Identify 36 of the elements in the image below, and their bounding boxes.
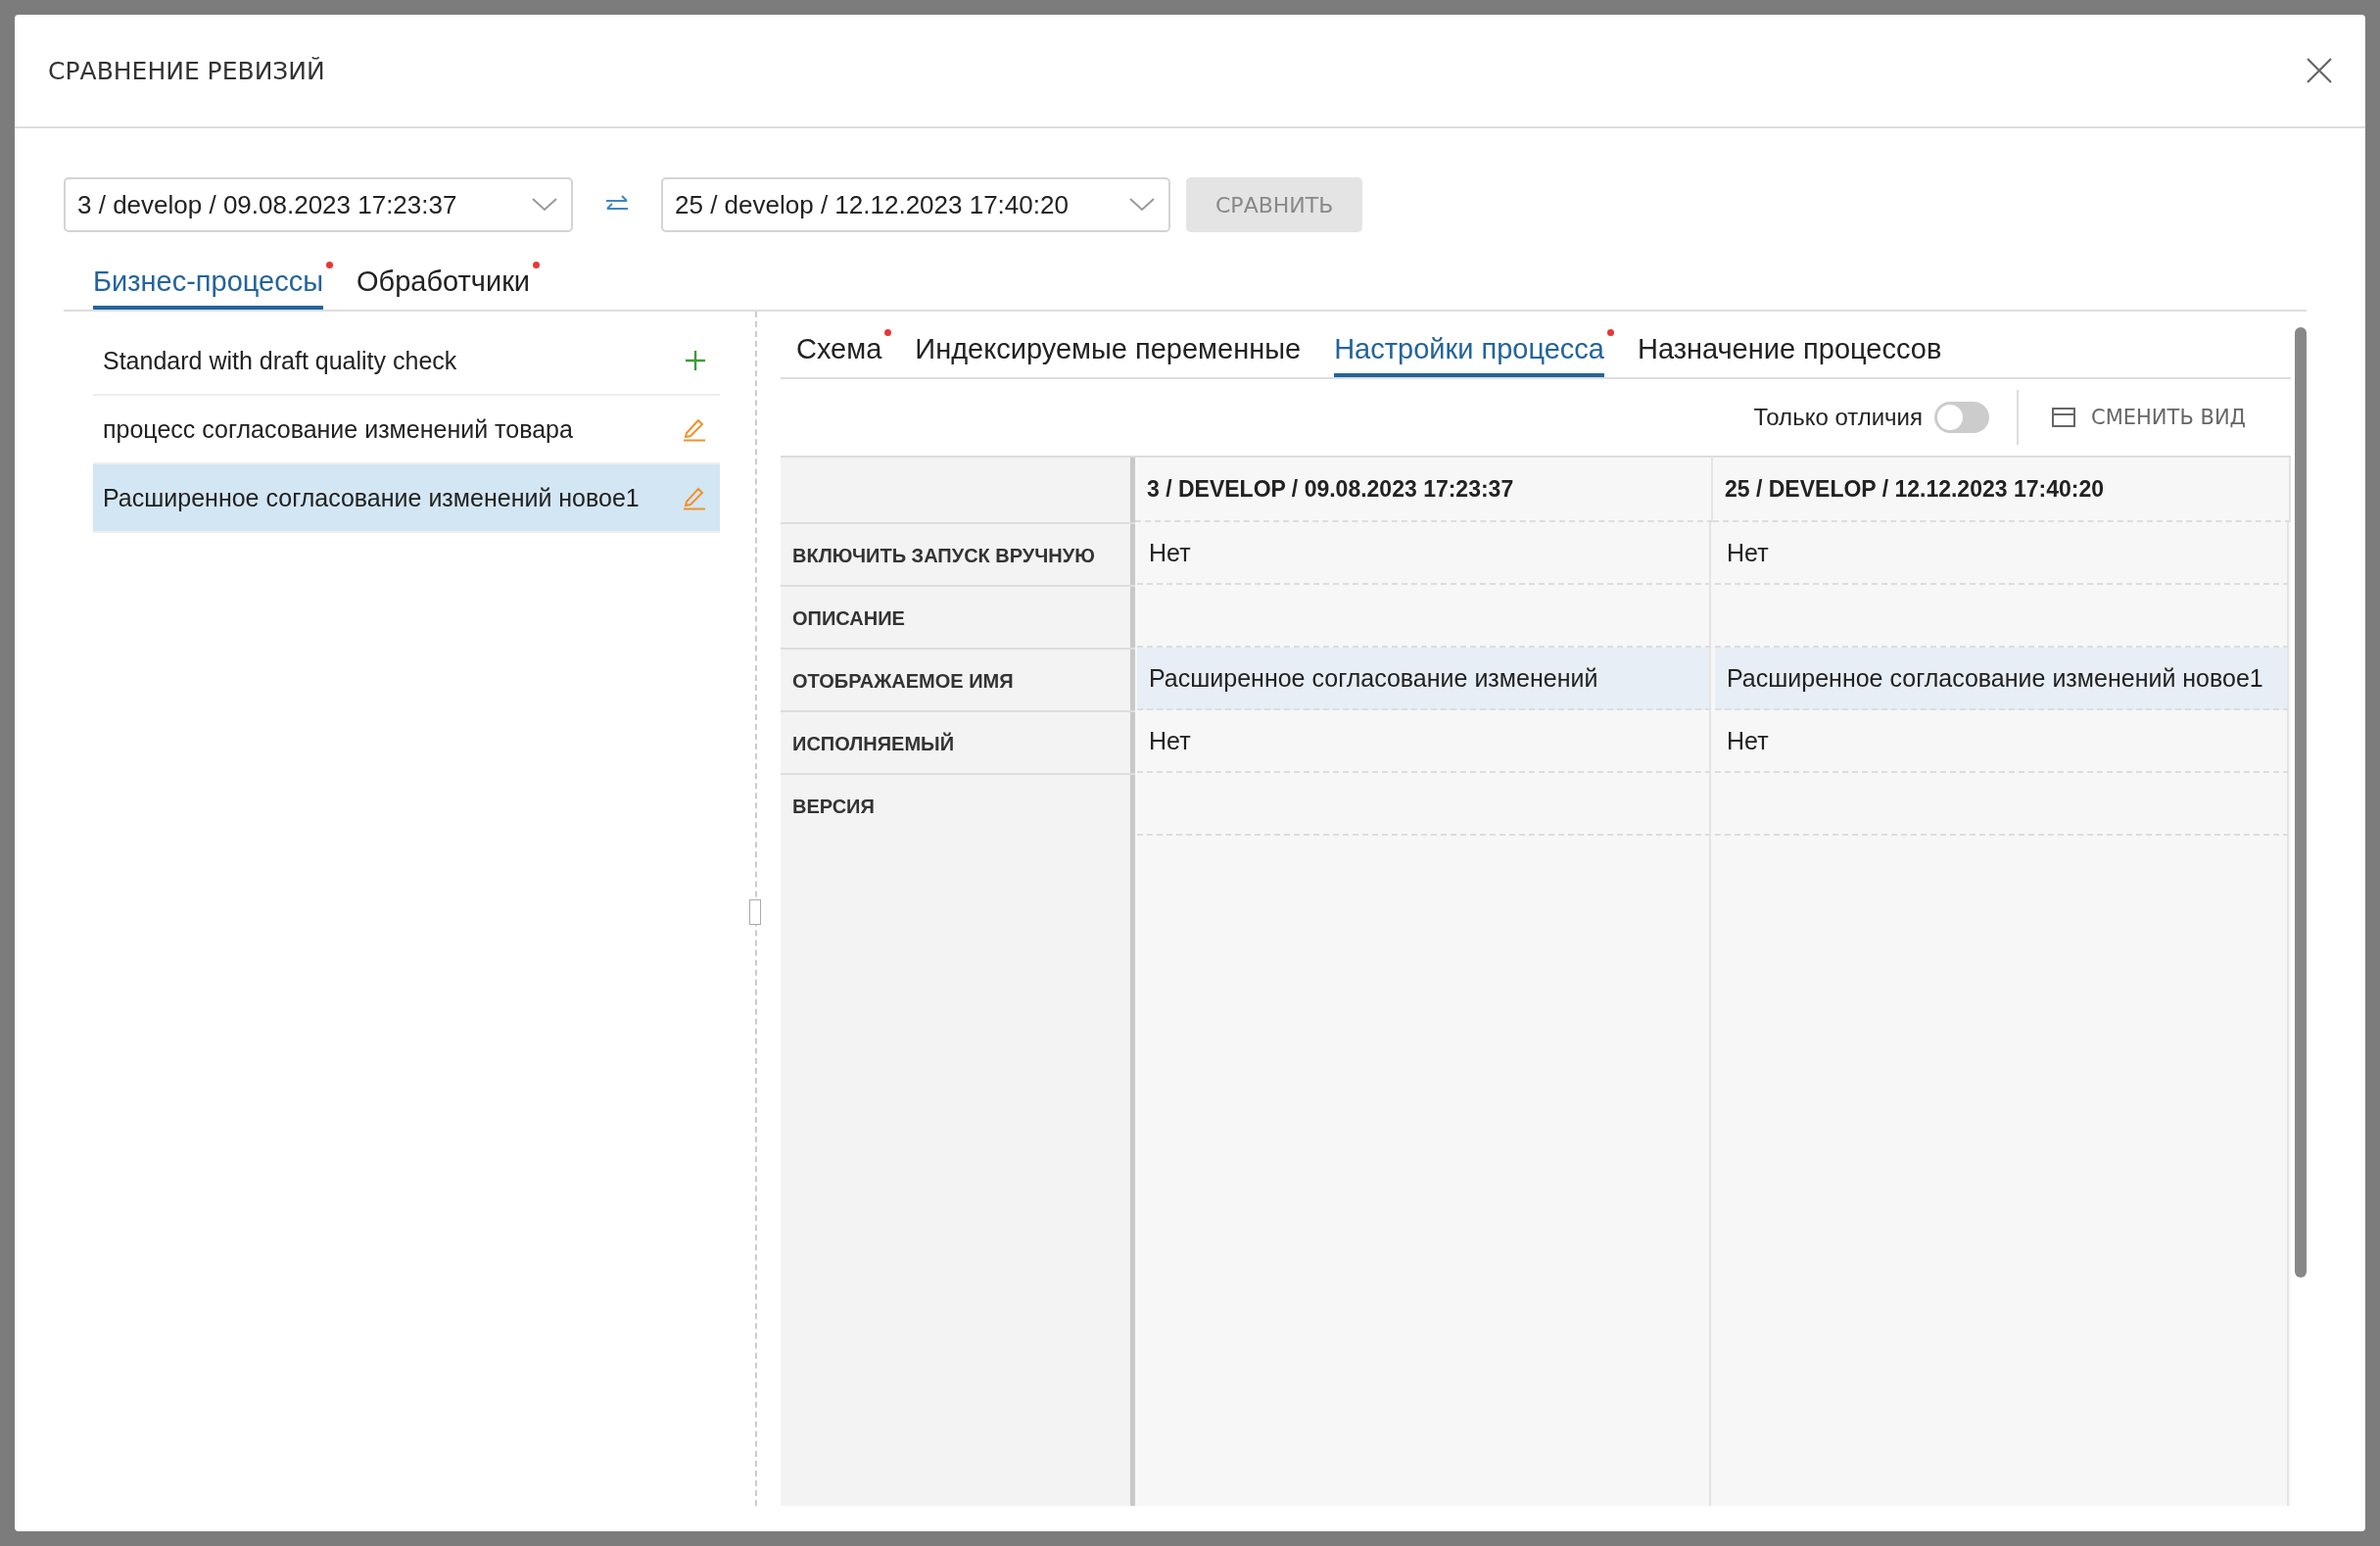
column-header: 3 / DEVELOP / 09.08.2023 17:23:37 (1135, 458, 1713, 522)
table-cell: Расширенное согласование изменений (1137, 648, 1711, 710)
tab[interactable]: Бизнес-процессы (93, 262, 324, 310)
table-cell: Нет (1137, 522, 1711, 585)
tab[interactable]: Индексируемые переменные (915, 329, 1302, 377)
tab[interactable]: Обработчики (357, 262, 531, 310)
column-header: 25 / DEVELOP / 12.12.2023 17:40:20 (1713, 458, 2291, 522)
switch-view-button[interactable]: СМЕНИТЬ ВИД (2046, 405, 2252, 430)
tab[interactable]: Схема (796, 329, 882, 377)
dialog-title: СРАВНЕНИЕ РЕВИЗИЙ (48, 56, 325, 85)
revision-select[interactable]: 25 / develop / 12.12.2023 17:40:20 (661, 177, 1170, 232)
row-label: ВКЛЮЧИТЬ ЗАПУСК ВРУЧНУЮ (792, 545, 1095, 568)
resize-handle[interactable] (749, 899, 761, 925)
plus-icon (685, 350, 706, 371)
toggle-switch[interactable] (1934, 402, 1989, 433)
scrollbar[interactable] (2295, 327, 2307, 1278)
pencil-icon (683, 416, 706, 442)
row-label: ОТОБРАЖАЕМОЕ ИМЯ (792, 670, 1014, 694)
toggle-label: Только отличия (1753, 404, 1923, 431)
table-cell: Нет (1137, 710, 1711, 773)
table-cell: Расширенное согласование изменений новое1 (1715, 648, 2289, 710)
table-cell: Нет (1715, 522, 2289, 585)
chevron-down-icon (1129, 198, 1155, 212)
row-label: ОПИСАНИЕ (792, 607, 905, 631)
process-item[interactable]: Расширенное согласование изменений новое1 (93, 464, 720, 533)
row-label: ИСПОЛНЯЕМЫЙ (792, 733, 955, 756)
tab[interactable]: Настройки процесса (1334, 329, 1604, 377)
table-cell: Нет (1715, 710, 2289, 773)
pencil-icon (683, 485, 706, 510)
row-label: ВЕРСИЯ (792, 796, 875, 819)
close-icon[interactable] (2305, 56, 2334, 85)
revision-select[interactable]: 3 / develop / 09.08.2023 17:23:37 (64, 177, 573, 232)
process-item[interactable]: Standard with draft quality check (93, 327, 720, 396)
chevron-down-icon (532, 198, 557, 212)
tab[interactable]: Назначение процессов (1637, 329, 1942, 377)
window-icon (2052, 408, 2075, 427)
